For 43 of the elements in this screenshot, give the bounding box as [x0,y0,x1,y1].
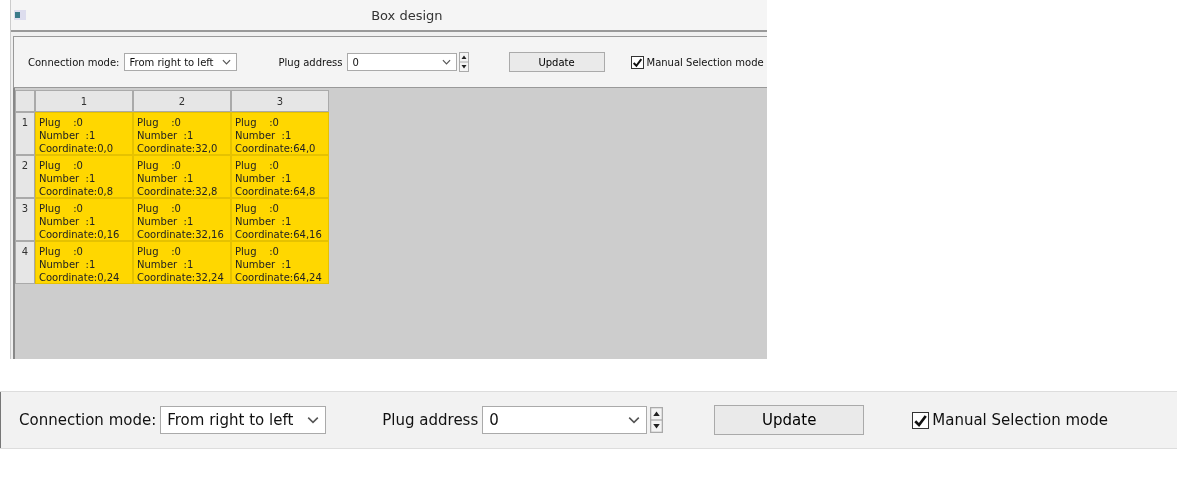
table-cell: Plug :0 Number :1 Coordinate:0,16 [35,198,133,241]
checkmark-icon [913,412,929,428]
table-cell: Plug :0 Number :1 Coordinate:0,24 [35,241,133,284]
table-cell: Plug :0 Number :1 Coordinate:32,8 [133,155,231,198]
caret-icon [307,416,320,424]
plug-address-label: Plug address [278,56,343,68]
column-header[interactable]: 3 [231,90,329,112]
table-cell: Plug :0 Number :1 Coordinate:32,24 [133,241,231,284]
checkbox[interactable] [630,55,644,69]
spinner-arrows-icon[interactable] [458,52,469,72]
caret-icon [628,416,641,424]
table-cell: Plug :0 Number :1 Coordinate:32,16 [133,198,231,241]
table-cell: Plug :0 Number :1 Coordinate:64,8 [231,155,329,198]
plug-address-field[interactable]: 0 [346,53,457,71]
manual-selection-checkbox[interactable]: Manual Selection mode [912,411,1108,429]
row-header[interactable]: 3 [15,198,35,241]
table-cell: Plug :0 Number :1 Coordinate:32,0 [133,112,231,155]
caret-icon [221,59,231,65]
connection-mode-dropdown[interactable]: From right to left [123,53,237,71]
row-header[interactable]: 2 [15,155,35,198]
connection-mode-label: Connection mode: [19,411,157,429]
update-button[interactable]: Update [714,405,865,435]
spinner-arrows-icon[interactable] [649,407,665,433]
update-button[interactable]: Update [508,52,605,72]
table-cell: Plug :0 Number :1 Coordinate:0,8 [35,155,133,198]
window-title: Box design [371,7,443,23]
manual-selection-checkbox[interactable]: Manual Selection mode [630,55,764,69]
connection-mode-dropdown[interactable]: From right to left [160,406,327,434]
row-header[interactable]: 4 [15,241,35,284]
table-cell: Plug :0 Number :1 Coordinate:64,16 [231,198,329,241]
column-header[interactable]: 2 [133,90,231,112]
caret-icon [441,59,451,65]
app-icon [14,10,26,20]
table-cell: Plug :0 Number :1 Coordinate:64,0 [231,112,329,155]
checkmark-icon [631,56,643,68]
plug-address-field[interactable]: 0 [482,406,648,434]
column-header[interactable]: 1 [35,90,133,112]
row-header[interactable]: 1 [15,112,35,155]
table-cell: Plug :0 Number :1 Coordinate:0,0 [35,112,133,155]
connection-mode-label: Connection mode: [28,56,120,68]
checkbox[interactable] [912,411,930,429]
table-cell: Plug :0 Number :1 Coordinate:64,24 [231,241,329,284]
plug-address-label: Plug address [382,411,479,429]
